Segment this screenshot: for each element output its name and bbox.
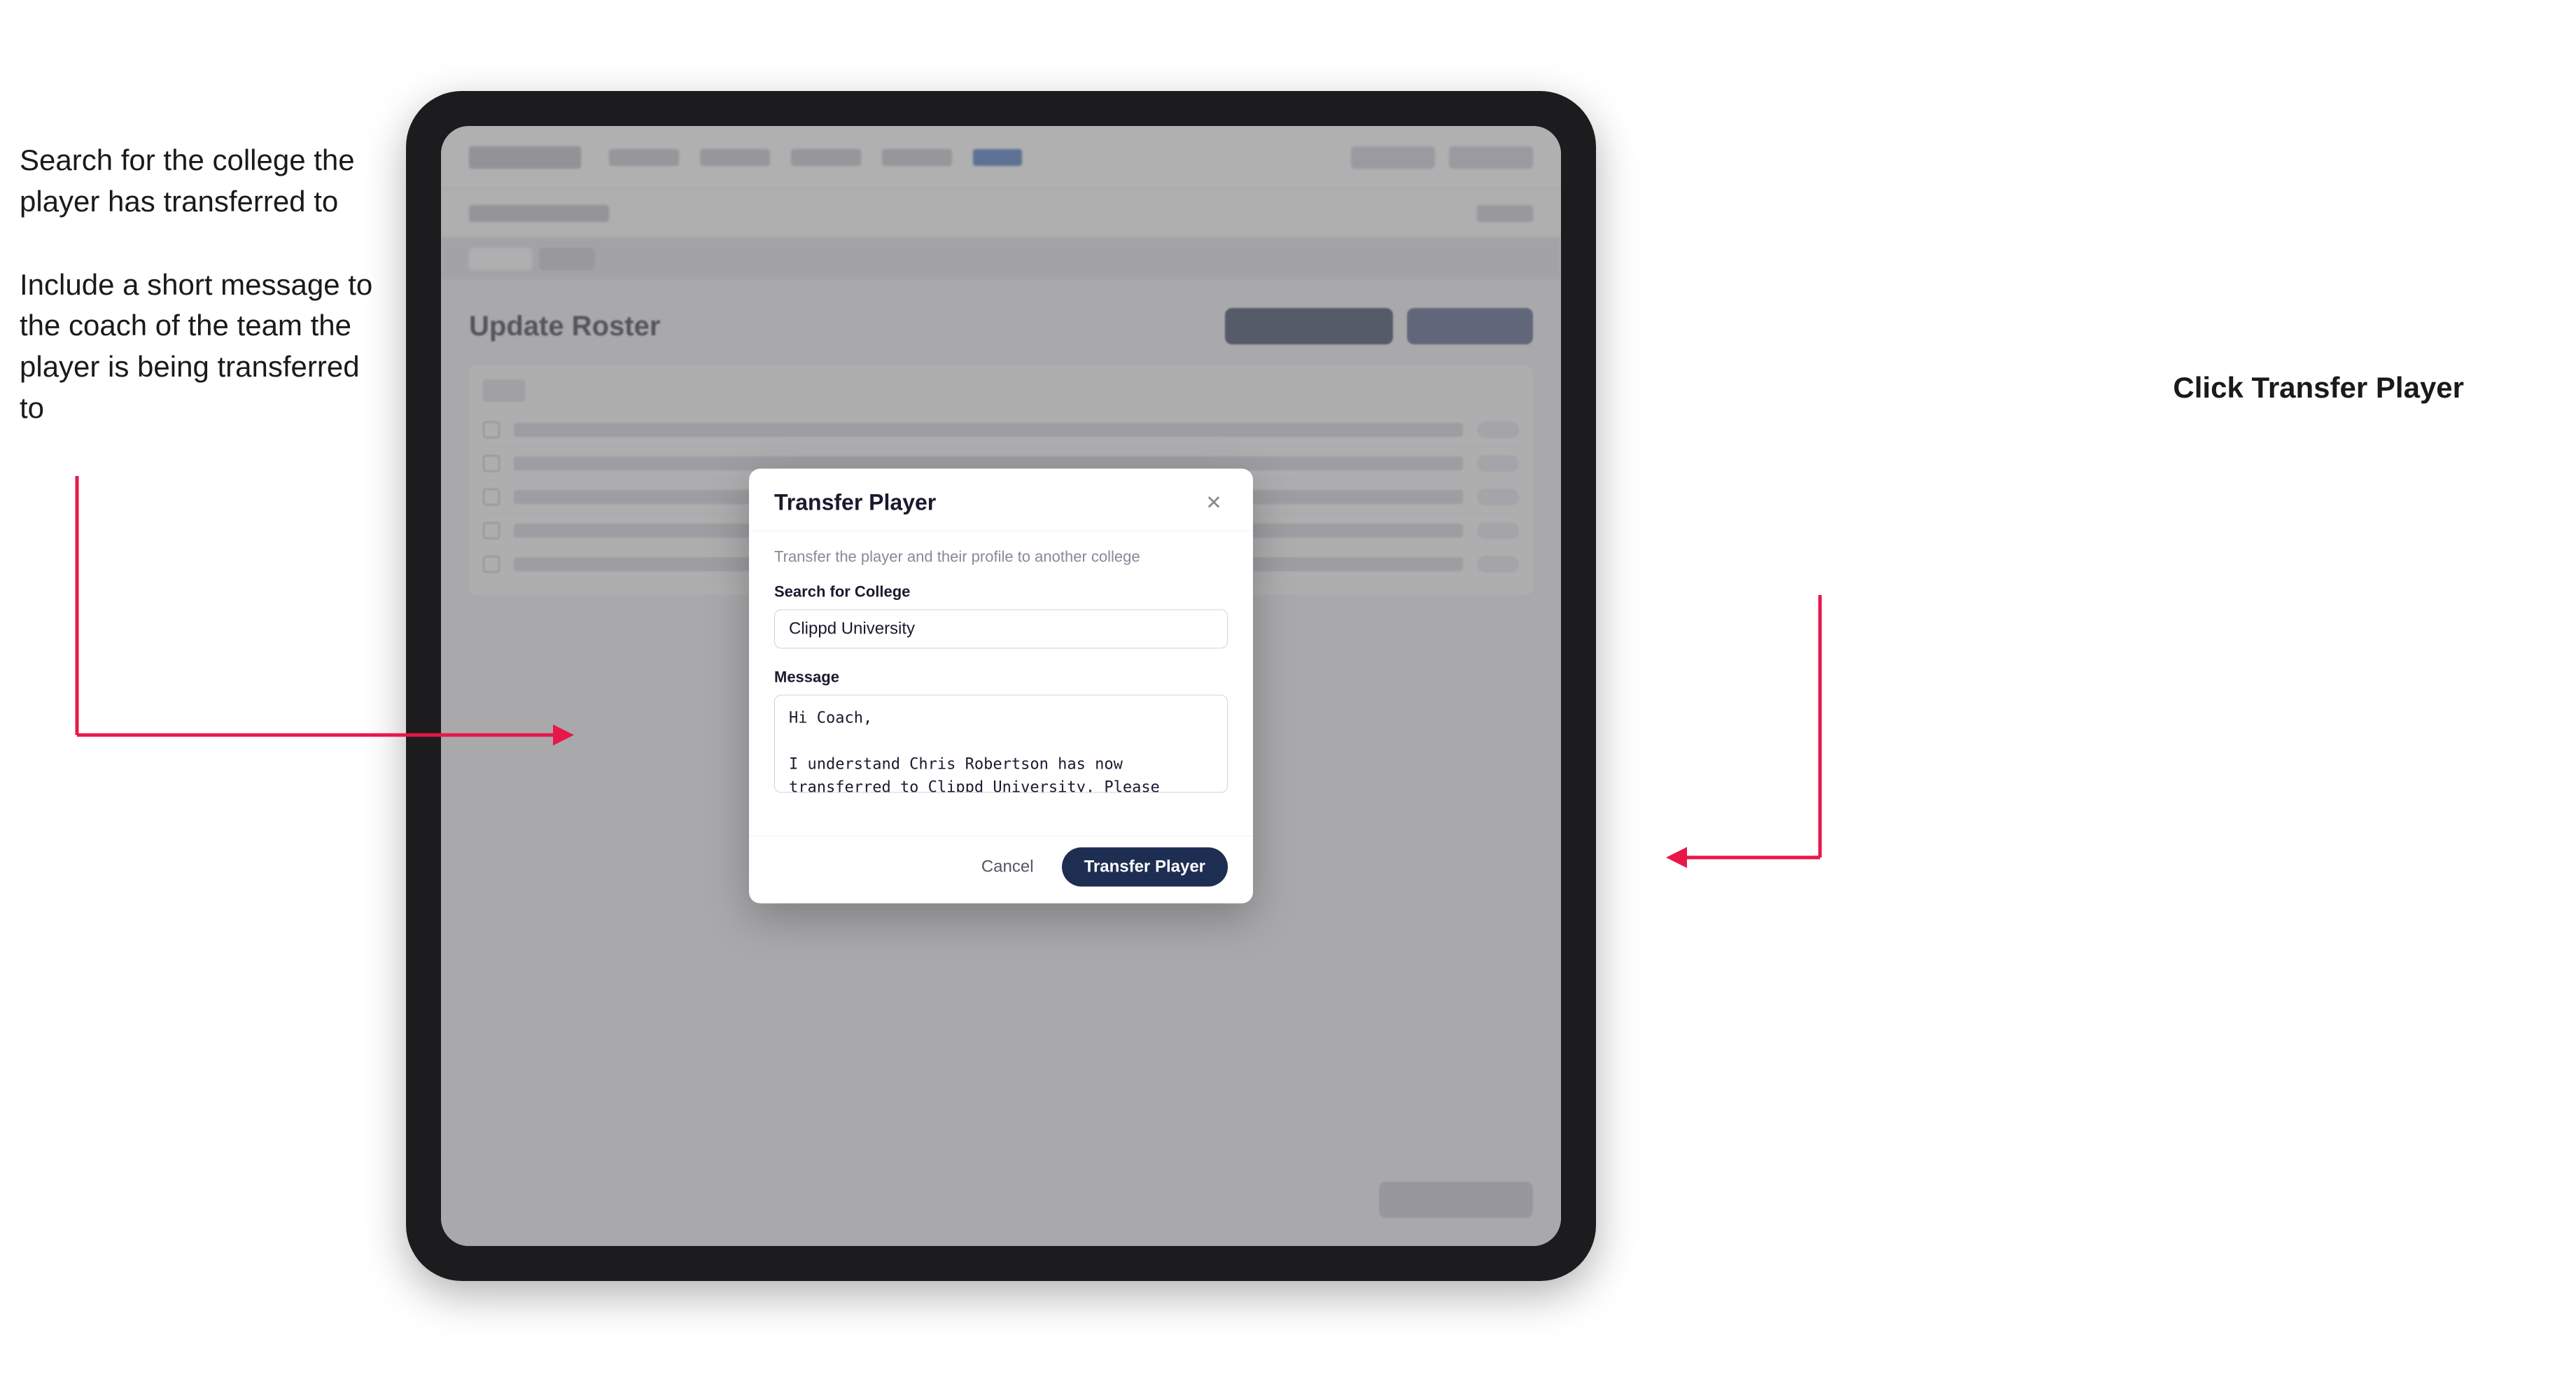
annotation-click-text: Click <box>2173 371 2251 404</box>
search-college-label: Search for College <box>774 583 1228 601</box>
search-college-input[interactable] <box>774 610 1228 649</box>
message-group: Message Hi Coach, I understand Chris Rob… <box>774 668 1228 797</box>
modal-footer: Cancel Transfer Player <box>749 836 1253 904</box>
modal-title: Transfer Player <box>774 489 936 515</box>
right-annotation: Click Transfer Player <box>2173 371 2464 405</box>
message-label: Message <box>774 668 1228 687</box>
annotation-search-text: Search for the college the player has tr… <box>20 140 384 223</box>
modal-body: Transfer the player and their profile to… <box>749 531 1253 836</box>
tablet-screen: Update Roster <box>441 126 1561 1246</box>
cancel-button[interactable]: Cancel <box>967 850 1048 884</box>
transfer-player-modal: Transfer Player ✕ Transfer the player an… <box>749 469 1253 904</box>
modal-close-button[interactable]: ✕ <box>1200 489 1228 517</box>
left-annotation: Search for the college the player has tr… <box>20 140 384 471</box>
tablet-frame: Update Roster <box>406 91 1596 1281</box>
modal-overlay: Transfer Player ✕ Transfer the player an… <box>441 126 1561 1246</box>
annotation-button-name: Transfer Player <box>2251 371 2464 404</box>
search-college-group: Search for College <box>774 583 1228 649</box>
annotation-message-text: Include a short message to the coach of … <box>20 265 384 429</box>
transfer-player-button[interactable]: Transfer Player <box>1062 848 1228 887</box>
modal-header: Transfer Player ✕ <box>749 469 1253 531</box>
modal-subtitle: Transfer the player and their profile to… <box>774 548 1228 566</box>
message-textarea[interactable]: Hi Coach, I understand Chris Robertson h… <box>774 695 1228 793</box>
